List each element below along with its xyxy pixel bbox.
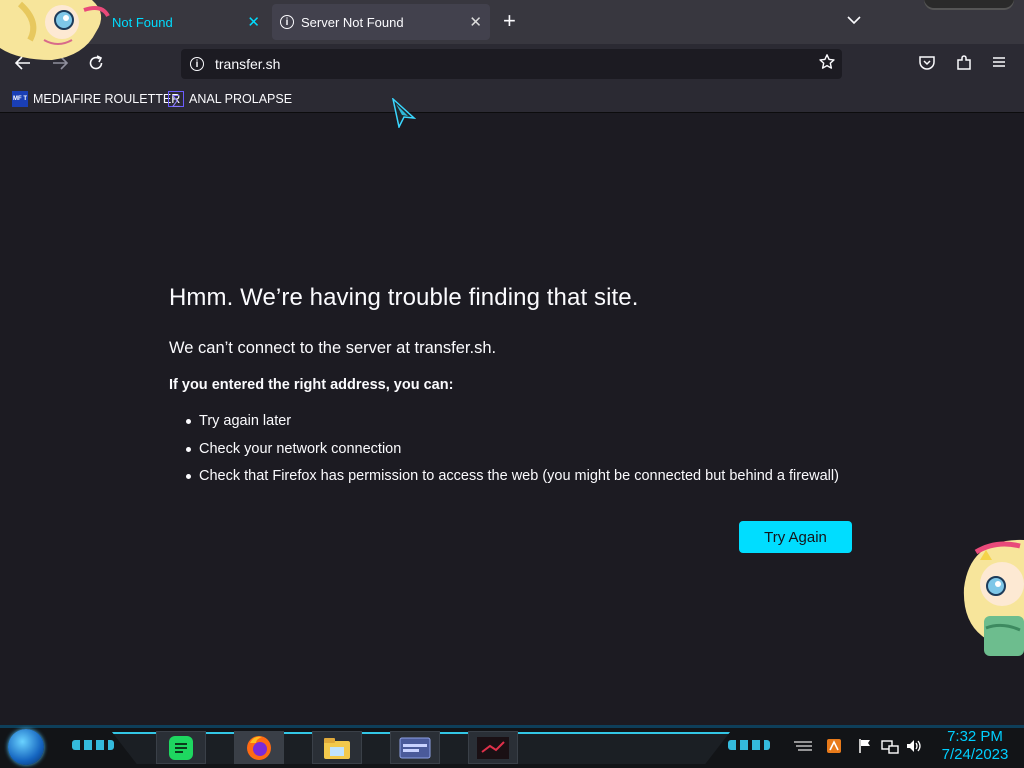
error-hint: If you entered the right address, you ca… [169,377,454,393]
show-hidden-icons-icon[interactable] [792,738,814,755]
mediafire-favicon-icon: MF T [12,91,28,107]
suggestion-item: Check that Firefox has permission to acc… [169,466,839,494]
taskbar-deco-left [72,740,114,750]
suggestion-item: Check your network connection [169,439,839,467]
taskbar-app-firefox[interactable] [234,731,284,764]
new-tab-plus-icon[interactable]: + [503,10,516,32]
cartoon-mascot-sticker [0,0,110,62]
try-again-button[interactable]: Try Again [739,521,852,553]
taskbar-glow-strip [0,725,1024,728]
taskbar-app-media[interactable] [468,731,518,764]
mouse-cursor-icon [391,96,417,133]
extensions-puzzle-icon[interactable] [955,54,973,76]
taskbar-deco-right [728,740,770,750]
bookmark-star-icon[interactable] [818,53,836,76]
taskbar-app-file-explorer[interactable] [312,731,362,764]
hamburger-menu-icon[interactable] [991,54,1007,74]
start-orb-button[interactable] [8,729,44,765]
info-icon: i [280,15,294,29]
bookmarks-toolbar: MF T MEDIAFIRE ROULETTER ∑ ANAL PROLAPSE [0,84,1024,113]
taskbar-clock[interactable]: 7:32 PM 7/24/2023 [930,728,1020,764]
bookmark-label: ANAL PROLAPSE [189,92,293,106]
tab-close-icon[interactable]: ✕ [247,13,260,31]
sigma-favicon-icon: ∑ [168,91,184,107]
error-description: We can’t connect to the server at transf… [169,339,497,357]
tab-label: Not Found [112,14,173,30]
url-bar[interactable]: i transfer.sh [181,49,842,79]
site-info-icon[interactable]: i [190,57,204,71]
tray-app-icon[interactable] [826,738,842,757]
suggestion-list: Try again later Check your network conne… [169,411,839,494]
url-text[interactable]: transfer.sh [215,56,280,72]
tab-server-not-found[interactable]: i Server Not Found ✕ [272,4,490,40]
clock-time: 7:32 PM [947,728,1003,745]
volume-icon[interactable] [905,738,923,757]
clock-date: 7/24/2023 [941,746,1009,763]
tab-close-icon[interactable]: ✕ [469,13,482,31]
pocket-icon[interactable] [918,54,936,76]
action-center-flag-icon[interactable] [857,738,873,757]
tab-label: Server Not Found [301,14,404,30]
error-title: Hmm. We’re having trouble finding that s… [169,284,639,311]
taskbar-app-notes[interactable] [156,731,206,764]
bookmark-mediafire[interactable]: MF T MEDIAFIRE ROULETTER [12,91,180,107]
network-icon[interactable] [881,738,899,757]
taskbar-app-window[interactable] [390,731,440,764]
cartoon-mascot-sticker [962,538,1024,660]
suggestion-item: Try again later [169,411,839,439]
bookmark-label: MEDIAFIRE ROULETTER [33,92,181,106]
list-all-tabs-chevron-down-icon[interactable] [846,12,862,33]
bookmark-anal-prolapse[interactable]: ∑ ANAL PROLAPSE [168,91,292,107]
window-decoration [924,0,1014,10]
